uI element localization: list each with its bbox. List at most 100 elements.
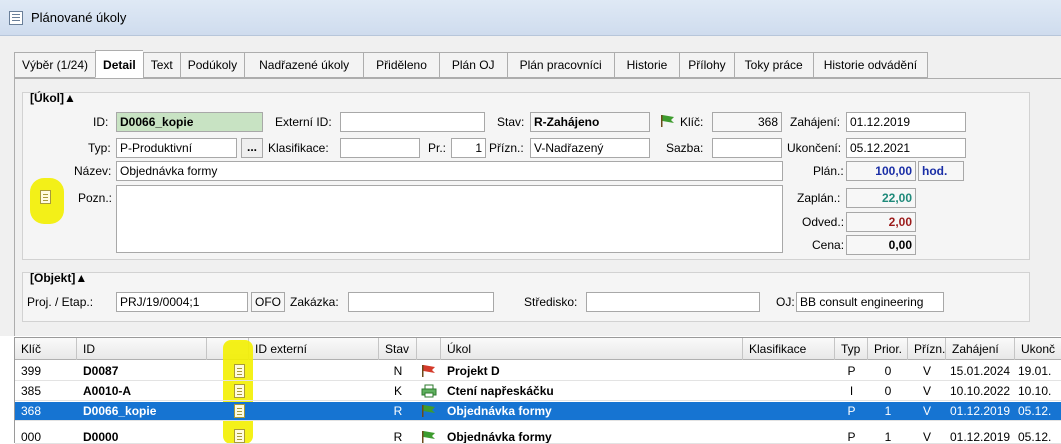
tab-nadrazene-ukoly[interactable]: Nadřazené úkoly <box>244 52 364 78</box>
col-header-id-externi[interactable]: ID externí <box>249 338 379 360</box>
cell-stav: N <box>393 364 403 378</box>
typ-browse-button[interactable]: ... <box>241 138 263 158</box>
zahajeni-label: Zahájení: <box>790 115 841 129</box>
oj-label: OJ: <box>776 295 795 309</box>
prizn-field[interactable]: V-Nadřazený <box>530 138 650 158</box>
cell-ukonceni: 05.12. <box>1018 404 1052 418</box>
pozn-field[interactable] <box>116 185 783 253</box>
id-label: ID: <box>93 115 109 129</box>
tab-historie[interactable]: Historie <box>613 52 680 78</box>
external-id-label: Externí ID: <box>275 115 332 129</box>
title-bar: Plánované úkoly <box>0 0 1061 36</box>
klic-field: 368 <box>712 112 782 132</box>
cena-field: 0,00 <box>846 235 916 255</box>
tab-detail[interactable]: Detail <box>95 50 143 78</box>
tab-prilohy[interactable]: Přílohy <box>679 52 734 78</box>
zaplan-field: 22,00 <box>846 188 916 208</box>
col-header-flag[interactable] <box>417 338 441 360</box>
pozn-label: Pozn.: <box>78 191 113 205</box>
cena-label: Cena: <box>812 238 845 252</box>
typ-field[interactable]: P-Produktivní <box>116 138 237 158</box>
oj-field[interactable]: BB consult engineering <box>796 292 944 312</box>
col-header-prior[interactable]: Prior. <box>868 338 908 360</box>
col-header-ukol[interactable]: Úkol <box>441 338 743 360</box>
col-header-typ[interactable]: Typ <box>835 338 868 360</box>
red-flag-icon <box>422 365 435 377</box>
tab-toky-prace[interactable]: Toky práce <box>733 52 813 78</box>
note-document-icon[interactable] <box>234 384 245 398</box>
cell-stav: K <box>393 384 402 398</box>
tab-plan-oj[interactable]: Plán OJ <box>438 52 507 78</box>
klasifikace-field[interactable] <box>340 138 420 158</box>
cell-prizn: V <box>922 430 931 444</box>
green-flag-icon <box>422 431 435 443</box>
tab-text[interactable]: Text <box>142 52 180 78</box>
cell-zahajeni: 01.12.2019 <box>950 404 1011 418</box>
note-document-icon[interactable] <box>234 429 245 443</box>
cell-typ: P <box>847 404 856 418</box>
ukonceni-field[interactable]: 05.12.2021 <box>846 138 966 158</box>
cell-stav: R <box>393 404 403 418</box>
cell-prizn: V <box>922 384 931 398</box>
sazba-label: Sazba: <box>666 141 704 155</box>
cell-zahajeni: 10.10.2022 <box>950 384 1011 398</box>
plan-field: 100,00 <box>846 161 916 181</box>
stredisko-field[interactable] <box>586 292 760 312</box>
proj-field[interactable]: PRJ/19/0004;1 <box>116 292 248 312</box>
cell-klic: 368 <box>21 404 42 418</box>
stav-label: Stav: <box>497 115 525 129</box>
typ-label: Typ: <box>88 141 111 155</box>
table-row[interactable]: 000 D0000 R Objednávka formy P 1 V 01.12… <box>15 422 1061 444</box>
tab-prideleno[interactable]: Přiděleno <box>363 52 439 78</box>
proj-label: Proj. / Etap.: <box>27 295 94 309</box>
cell-ukol: Objednávka formy <box>447 430 552 444</box>
external-id-field[interactable] <box>340 112 485 132</box>
green-flag-icon <box>422 405 435 417</box>
document-icon <box>9 11 23 25</box>
ukonceni-label: Ukončení: <box>787 141 842 155</box>
objekt-section-title[interactable]: [Objekt]▲ <box>30 271 87 285</box>
tab-plan-pracovnici[interactable]: Plán pracovníci <box>506 52 614 78</box>
cell-prior: 0 <box>884 384 892 398</box>
cell-klic: 385 <box>21 384 42 398</box>
stav-field[interactable]: R-Zahájeno <box>530 112 650 132</box>
plan-unit-field: hod. <box>918 161 964 181</box>
tab-vyber[interactable]: Výběr (1/24) <box>14 52 96 78</box>
nazev-field[interactable]: Objednávka formy <box>116 161 783 181</box>
cell-ukol: Objednávka formy <box>447 404 552 418</box>
klasifikace-label: Klasifikace: <box>268 141 329 155</box>
printer-flag-icon <box>421 384 437 398</box>
pr-field[interactable]: 1 <box>451 138 486 158</box>
cell-id: D0000 <box>83 430 119 444</box>
col-header-ukonceni[interactable]: Ukonč <box>1015 338 1061 360</box>
col-header-prizn[interactable]: Přízn. <box>908 338 946 360</box>
zakazka-field[interactable] <box>348 292 494 312</box>
nazev-label: Název: <box>74 164 112 178</box>
ofo-field: OFO <box>251 292 285 312</box>
zahajeni-field[interactable]: 01.12.2019 <box>846 112 966 132</box>
window-title: Plánované úkoly <box>31 10 127 25</box>
table-row[interactable]: 399 D0087 N Projekt D P 0 V 15.01.2024 1… <box>15 362 1061 381</box>
plan-label: Plán.: <box>813 164 844 178</box>
col-header-zahajeni[interactable]: Zahájení <box>946 338 1015 360</box>
table-row-selected[interactable]: 368 D0066_kopie R Objednávka formy P 1 V… <box>15 402 1061 421</box>
note-document-icon[interactable] <box>234 364 245 378</box>
cell-prizn: V <box>922 364 931 378</box>
col-header-id[interactable]: ID <box>77 338 207 360</box>
sazba-field[interactable] <box>712 138 782 158</box>
cell-id: D0066_kopie <box>83 404 157 418</box>
col-header-stav[interactable]: Stav <box>379 338 417 360</box>
tab-historie-odvadeni[interactable]: Historie odvádění <box>812 52 929 78</box>
green-flag-icon <box>661 115 674 127</box>
col-header-klasifikace[interactable]: Klasifikace <box>743 338 835 360</box>
cell-prior: 0 <box>884 364 892 378</box>
note-document-icon[interactable] <box>234 404 245 418</box>
note-document-icon[interactable] <box>40 190 51 204</box>
ukol-section-title[interactable]: [Úkol]▲ <box>30 91 76 105</box>
cell-ukol: Ctení napřeskáčku <box>447 384 554 398</box>
col-header-klic[interactable]: Klíč <box>15 338 77 360</box>
tab-podukoly[interactable]: Podúkoly <box>179 52 245 78</box>
id-field[interactable]: D0066_kopie <box>116 112 263 132</box>
cell-prior: 1 <box>884 404 892 418</box>
table-row[interactable]: 385 A0010-A K Ctení napřeskáčku I 0 V 10… <box>15 382 1061 401</box>
